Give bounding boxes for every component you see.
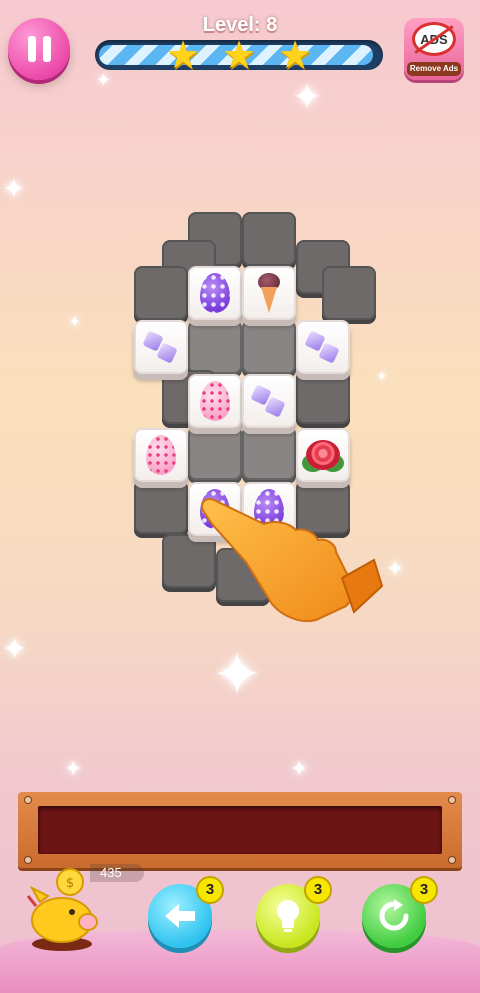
purple-candy-icon (304, 330, 341, 364)
tray-slots (38, 806, 442, 854)
sparkle-decoration: ✦ (376, 368, 388, 384)
blocked-tile (296, 370, 350, 424)
purple-candy-icon (250, 384, 287, 418)
bolt-icon (449, 857, 455, 863)
svg-text:$: $ (66, 876, 74, 891)
red-rose-tile[interactable] (296, 428, 350, 482)
blocked-tile (322, 266, 376, 320)
pink-hearts-egg-icon (200, 381, 230, 421)
star-icon: ★ (278, 35, 313, 77)
hint-count-badge: 3 (304, 876, 332, 904)
purple-candy-tile[interactable] (296, 320, 350, 374)
sparkle-decoration: ✦ (212, 641, 263, 708)
sparkle-decoration: ✦ (2, 173, 26, 204)
tutorial-hand-pointer-icon (200, 498, 384, 622)
blocked-tile (188, 426, 242, 480)
blocked-tile (134, 480, 188, 534)
blocked-tile (242, 426, 296, 480)
star-icon: ★ (166, 35, 201, 77)
sparkle-decoration: ✦ (386, 556, 405, 581)
sparkle-decoration: ✦ (2, 633, 28, 666)
star-icon: ★ (222, 35, 257, 77)
sparkle-decoration: ✦ (292, 76, 323, 117)
blocked-tile (134, 266, 188, 320)
purple-candy-tile[interactable] (242, 374, 296, 428)
bolt-icon (449, 797, 455, 803)
sparkle-decoration: ✦ (64, 756, 83, 781)
pink-hearts-egg-tile[interactable] (188, 374, 242, 428)
pause-icon (42, 36, 51, 62)
pause-icon (27, 36, 36, 62)
no-ads-icon: ADS (412, 22, 456, 56)
pink-hearts-egg-icon (146, 435, 176, 475)
undo-arrow-icon (165, 904, 195, 928)
bolt-icon (25, 857, 31, 863)
blocked-tile (242, 212, 296, 266)
pink-hearts-egg-tile[interactable] (134, 428, 188, 482)
sparkle-decoration: ✦ (290, 756, 309, 781)
remove-ads-button[interactable]: ADS Remove Ads (404, 18, 464, 80)
purple-dotted-egg-tile[interactable] (188, 266, 242, 320)
sparkle-decoration: ✦ (68, 314, 82, 331)
purple-dotted-egg-icon (200, 273, 230, 313)
shuffle-count-badge: 3 (410, 876, 438, 904)
undo-button[interactable]: 3 (148, 876, 224, 948)
lightbulb-icon (277, 900, 299, 932)
coin-count: 435 (90, 864, 144, 882)
blocked-tile (188, 320, 242, 374)
purple-candy-tile[interactable] (134, 320, 188, 374)
shuffle-icon (379, 899, 409, 931)
bolt-icon (25, 797, 31, 803)
purple-candy-icon (142, 330, 179, 364)
ice-cream-cone-icon (255, 273, 283, 313)
red-rose-icon (306, 440, 340, 470)
blocked-tile (242, 320, 296, 374)
sparkle-decoration: ✦ (96, 70, 112, 90)
remove-ads-label: Remove Ads (407, 62, 461, 76)
tile-tray (18, 792, 462, 868)
ads-icon-text: ADS (420, 31, 448, 47)
undo-count-badge: 3 (196, 876, 224, 904)
ice-cream-cone-tile[interactable] (242, 266, 296, 320)
shuffle-button[interactable]: 3 (362, 876, 438, 948)
hint-button[interactable]: 3 (256, 876, 332, 948)
